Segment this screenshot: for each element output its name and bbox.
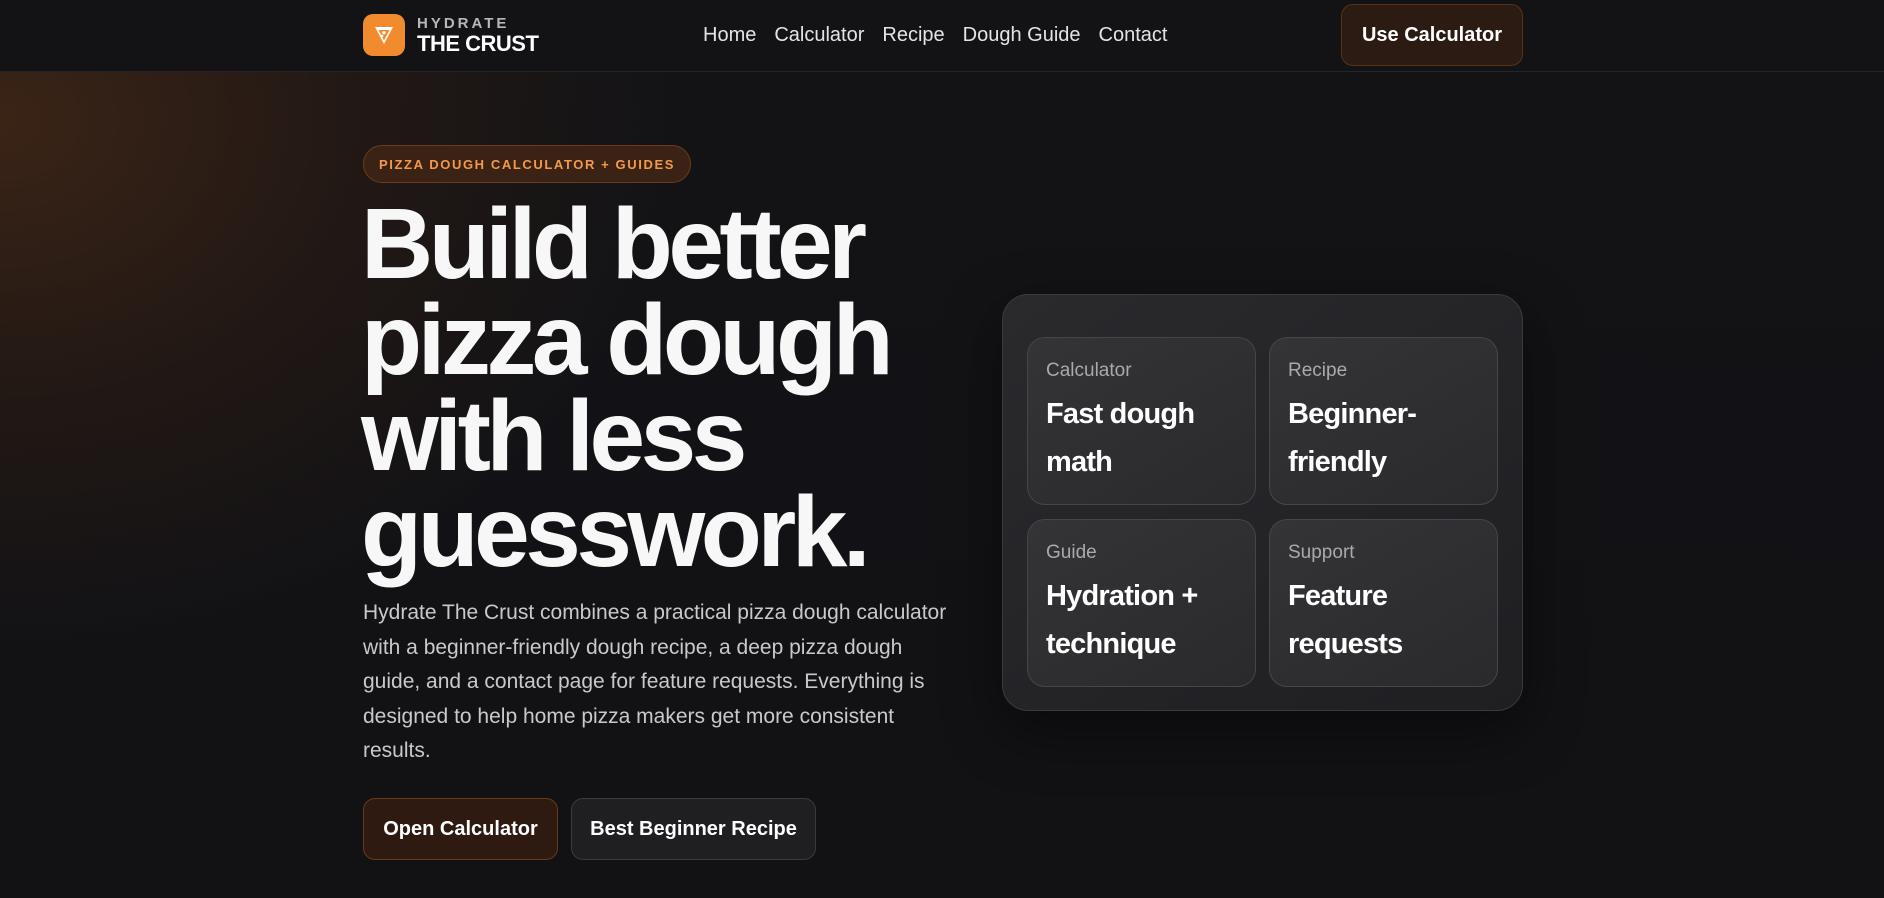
hero-badge: PIZZA DOUGH CALCULATOR + GUIDES bbox=[363, 145, 692, 183]
open-calculator-button[interactable]: Open Calculator bbox=[363, 798, 558, 860]
feature-card-title: Hydration + technique bbox=[1046, 580, 1198, 660]
brand-name: HYDRATE THE CRUST bbox=[417, 14, 539, 56]
nav-link-recipe[interactable]: Recipe bbox=[882, 24, 944, 47]
feature-card-title: Beginner-friendly bbox=[1288, 398, 1417, 478]
best-beginner-recipe-button[interactable]: Best Beginner Recipe bbox=[571, 798, 816, 860]
feature-card-label: Recipe bbox=[1288, 360, 1348, 381]
feature-card-label: Calculator bbox=[1046, 360, 1132, 381]
feature-card-calculator: Calculator Fast dough math bbox=[1027, 337, 1256, 505]
brand-logo-link[interactable]: HYDRATE THE CRUST bbox=[363, 13, 539, 57]
nav-links: Home Calculator Recipe Dough Guide Conta… bbox=[703, 20, 1185, 50]
feature-card-support: Support Feature requests bbox=[1269, 519, 1498, 687]
feature-card-label: Support bbox=[1288, 542, 1355, 563]
hero-title: Build better pizza dough with less guess… bbox=[361, 194, 981, 582]
brand-name-top: HYDRATE bbox=[417, 14, 510, 32]
nav-link-dough-guide[interactable]: Dough Guide bbox=[963, 24, 1081, 47]
use-calculator-button[interactable]: Use Calculator bbox=[1341, 4, 1523, 66]
feature-card-title: Feature requests bbox=[1288, 580, 1403, 660]
feature-card-recipe: Recipe Beginner-friendly bbox=[1269, 337, 1498, 505]
feature-panel: Calculator Fast dough math Recipe Beginn… bbox=[1002, 294, 1523, 711]
hero-title-line: guesswork. bbox=[361, 476, 871, 588]
nav-link-calculator[interactable]: Calculator bbox=[774, 24, 864, 47]
nav-link-home[interactable]: Home bbox=[703, 24, 756, 47]
hero-description: Hydrate The Crust combines a practical p… bbox=[363, 601, 947, 762]
top-nav: HYDRATE THE CRUST Home Calculator Recipe… bbox=[0, 0, 1884, 72]
feature-card-guide: Guide Hydration + technique bbox=[1027, 519, 1256, 687]
feature-card-label: Guide bbox=[1046, 542, 1097, 563]
brand-name-bottom: THE CRUST bbox=[417, 30, 539, 56]
page: HYDRATE THE CRUST Home Calculator Recipe… bbox=[0, 0, 1884, 898]
feature-card-title: Fast dough math bbox=[1046, 398, 1195, 478]
nav-link-contact[interactable]: Contact bbox=[1099, 24, 1168, 47]
pizza-slice-icon bbox=[363, 14, 405, 56]
